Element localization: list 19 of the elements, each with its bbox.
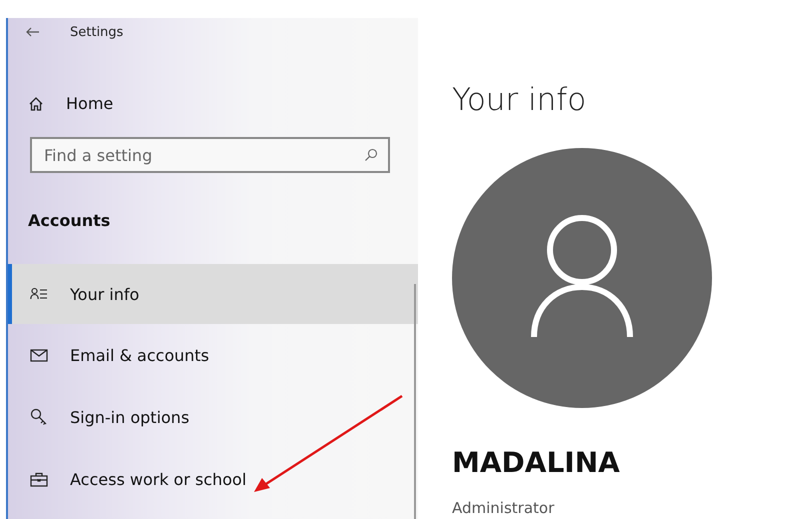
page-heading: Your info xyxy=(452,82,588,118)
search-field[interactable]: Find a setting xyxy=(30,137,390,173)
envelope-icon xyxy=(30,348,48,362)
nav-item[interactable]: Sign-in options xyxy=(8,386,418,448)
window-title: Settings xyxy=(70,24,124,40)
key-icon xyxy=(30,408,48,426)
avatar-icon xyxy=(452,148,712,408)
nav-item[interactable]: Your info xyxy=(8,264,418,324)
person-list-icon xyxy=(30,287,48,301)
user-role: Administrator xyxy=(452,499,556,517)
briefcase-icon xyxy=(30,472,48,486)
home-link[interactable]: Home xyxy=(28,94,114,113)
section-heading: Accounts xyxy=(28,211,110,230)
home-icon xyxy=(28,96,44,112)
back-icon[interactable] xyxy=(26,27,40,37)
user-name: MADALINA xyxy=(452,446,621,479)
nav-item[interactable]: Access work or school xyxy=(8,448,418,510)
search-icon xyxy=(364,148,378,162)
nav-item[interactable]: Email & accounts xyxy=(8,324,418,386)
